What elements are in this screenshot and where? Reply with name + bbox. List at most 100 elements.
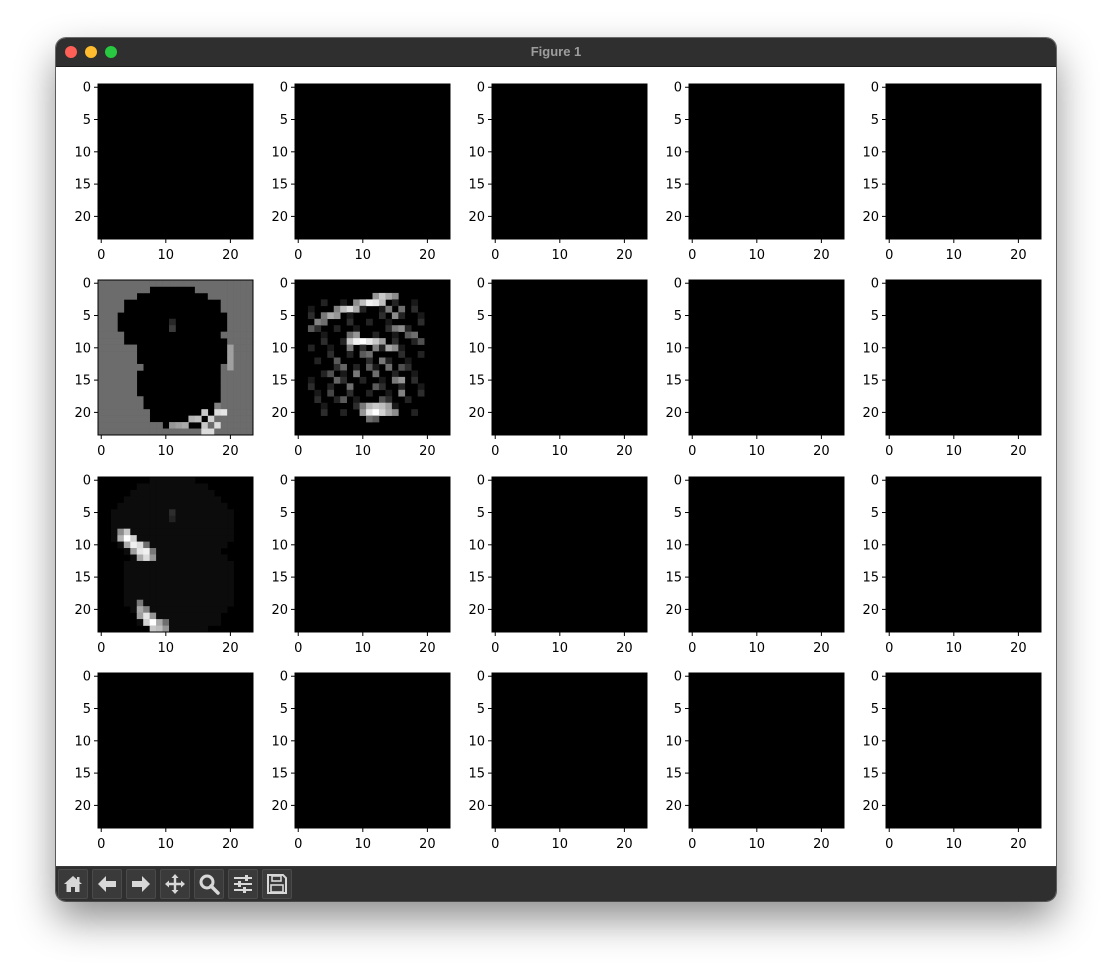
x-tick-label: 0 [885,444,893,459]
x-tick-label: 20 [419,248,436,263]
subplot-6: 0 5 10 15 20 0 10 20 [74,277,254,459]
subplot-20: 0 5 10 15 20 0 10 20 [862,670,1042,852]
y-tick-label: 20 [74,799,91,814]
x-tick-label: 20 [222,837,239,852]
y-tick-label: 10 [665,538,682,553]
x-tick-label: 0 [491,641,499,656]
feature-map-image [492,672,647,828]
x-tick-label: 10 [355,837,372,852]
y-tick-label: 0 [477,277,485,292]
y-tick-label: 10 [74,734,91,749]
x-tick-label: 10 [946,444,963,459]
subplot-19: 0 5 10 15 20 0 10 20 [665,670,845,852]
x-tick-label: 20 [813,444,830,459]
y-tick-label: 10 [468,145,485,160]
y-tick-label: 0 [674,277,682,292]
x-tick-label: 0 [491,248,499,263]
x-tick-label: 10 [946,641,963,656]
x-tick-label: 20 [222,248,239,263]
x-tick-label: 0 [885,837,893,852]
y-tick-label: 0 [477,473,485,488]
y-tick-label: 20 [665,602,682,617]
subplot-13: 0 5 10 15 20 0 10 20 [468,473,648,656]
feature-map-image [886,84,1041,239]
y-tick-label: 20 [74,210,91,225]
y-tick-label: 5 [871,113,879,128]
figure-canvas[interactable]: 0 5 10 15 20 0 10 20 0 5 10 15 20 0 10 20 0 5 10 15 20 0 10 20 0… [56,67,1056,866]
configure-subplots-button[interactable] [228,869,258,899]
y-tick-label: 15 [271,570,288,585]
y-tick-label: 5 [477,309,485,324]
x-tick-label: 10 [946,837,963,852]
y-tick-label: 0 [83,473,91,488]
x-tick-label: 0 [491,837,499,852]
x-tick-label: 0 [688,444,696,459]
y-tick-label: 15 [468,374,485,389]
feature-map-image [689,476,844,632]
x-tick-label: 20 [616,248,633,263]
x-tick-label: 10 [749,248,766,263]
y-tick-label: 10 [271,538,288,553]
save-button[interactable] [262,869,292,899]
subplot-2: 0 5 10 15 20 0 10 20 [271,81,451,263]
y-tick-label: 0 [280,277,288,292]
y-tick-label: 15 [665,570,682,585]
x-tick-label: 10 [355,641,372,656]
subplot-17: 0 5 10 15 20 0 10 20 [271,670,451,852]
arrow-right-icon [132,876,150,892]
sliders-icon [234,875,252,893]
title-bar[interactable]: Figure 1 [56,38,1056,67]
forward-button[interactable] [126,869,156,899]
zoom-button[interactable] [194,869,224,899]
x-tick-label: 20 [813,837,830,852]
y-tick-label: 10 [271,342,288,357]
x-tick-label: 20 [1010,837,1027,852]
back-button[interactable] [92,869,122,899]
x-tick-label: 0 [294,641,302,656]
y-tick-label: 5 [477,506,485,521]
y-tick-label: 20 [468,406,485,421]
y-tick-label: 5 [83,506,91,521]
feature-map-image [295,672,450,828]
x-tick-label: 20 [616,444,633,459]
subplot-9: 0 5 10 15 20 0 10 20 [665,277,845,459]
subplot-15: 0 5 10 15 20 0 10 20 [862,473,1042,656]
feature-map-image [98,84,253,239]
y-tick-label: 15 [468,766,485,781]
y-tick-label: 10 [271,734,288,749]
pan-button[interactable] [160,869,190,899]
feature-map-image [689,84,844,239]
magnifier-icon [199,874,220,895]
y-tick-label: 15 [862,570,879,585]
y-tick-label: 10 [271,145,288,160]
navigation-toolbar [56,866,1056,901]
y-tick-label: 10 [468,538,485,553]
y-tick-label: 10 [665,342,682,357]
x-tick-label: 0 [885,248,893,263]
y-tick-label: 10 [862,538,879,553]
y-tick-label: 0 [871,81,879,96]
subplot-7: 0 5 10 15 20 0 10 20 [271,277,451,459]
y-tick-label: 5 [83,702,91,717]
y-tick-label: 5 [674,113,682,128]
y-tick-label: 5 [83,113,91,128]
x-tick-label: 10 [158,641,175,656]
y-tick-label: 20 [862,210,879,225]
x-tick-label: 0 [97,248,105,263]
subplot-3: 0 5 10 15 20 0 10 20 [468,81,648,263]
y-tick-label: 10 [468,342,485,357]
x-tick-label: 20 [1010,444,1027,459]
home-button[interactable] [58,869,88,899]
x-tick-label: 0 [688,837,696,852]
y-tick-label: 0 [280,81,288,96]
x-tick-label: 0 [294,248,302,263]
y-tick-label: 0 [477,670,485,685]
y-tick-label: 15 [74,374,91,389]
y-tick-label: 15 [862,178,879,193]
feature-map-image [98,672,253,828]
feature-map-image [295,476,450,632]
y-tick-label: 10 [665,145,682,160]
feature-map-image [492,476,647,632]
floppy-disk-icon [267,874,287,894]
feature-map-image [492,84,647,239]
